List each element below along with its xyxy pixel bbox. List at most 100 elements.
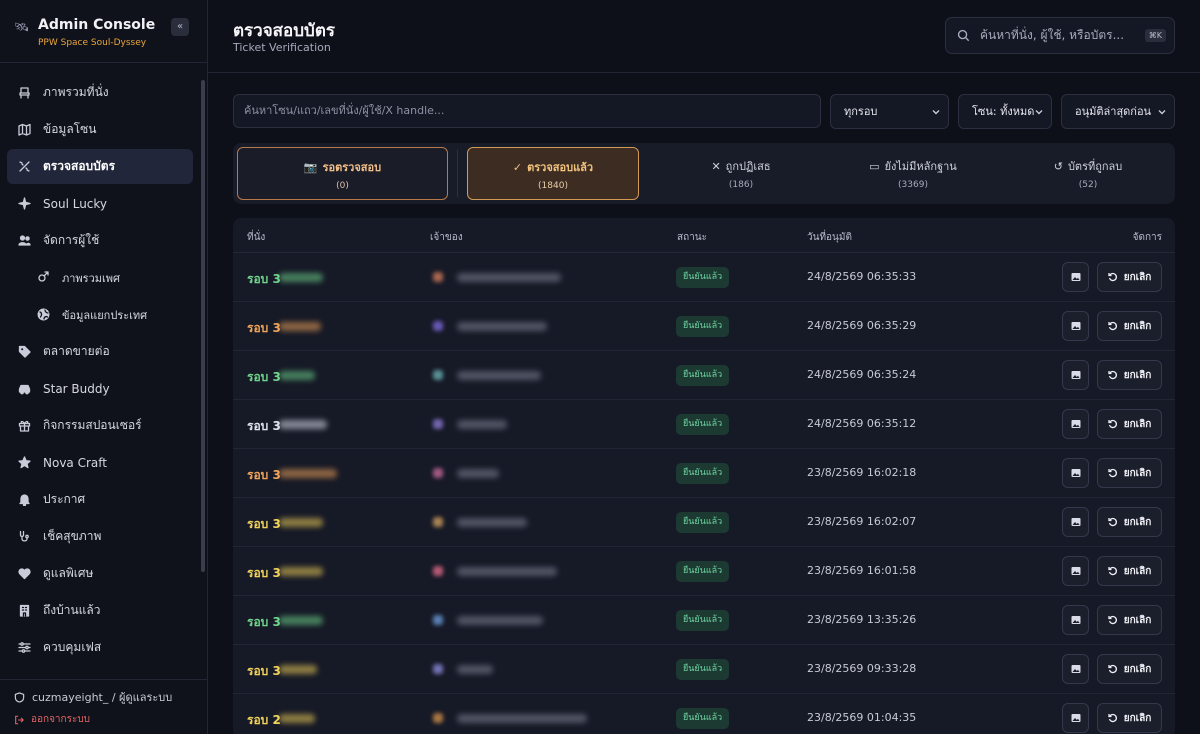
seat-icon bbox=[18, 86, 31, 99]
sidebar-item-14[interactable]: ถึงบ้านแล้ว bbox=[7, 593, 193, 628]
tab-count: (52) bbox=[1078, 180, 1098, 190]
sidebar-item-label: ข้อมูลโซน bbox=[43, 122, 97, 136]
cancel-approval-button[interactable]: ยกเลิก bbox=[1097, 360, 1162, 390]
sidebar-item-label: จัดการผู้ใช้ bbox=[43, 233, 100, 247]
cancel-approval-button[interactable]: ยกเลิก bbox=[1097, 262, 1162, 292]
tab-label: บัตรที่ถูกลบ bbox=[1067, 160, 1123, 173]
sidebar-item-8[interactable]: Star Buddy bbox=[7, 371, 193, 406]
col-header-seat: ที่นั่ง bbox=[247, 232, 266, 243]
cancel-approval-button[interactable]: ยกเลิก bbox=[1097, 458, 1162, 488]
search-shortcut-badge: ⌘K bbox=[1144, 29, 1166, 42]
tab-count: (3369) bbox=[898, 180, 928, 190]
status-badge: ยืนยันแล้ว bbox=[676, 365, 730, 386]
col-header-actions: จัดการ bbox=[1132, 232, 1162, 243]
sidebar-item-4[interactable]: จัดการผู้ใช้ bbox=[7, 223, 193, 258]
approved-date: 24/8/2569 06:35:12 bbox=[807, 417, 917, 430]
sidebar-item-15[interactable]: ควบคุมเฟส bbox=[7, 630, 193, 665]
sort-select[interactable]: อนุมัติล่าสุดก่อน bbox=[1061, 94, 1175, 129]
global-search-input[interactable]: ค้นหาที่นั่ง, ผู้ใช้, หรือบัตร... ⌘K bbox=[945, 17, 1175, 54]
table-row: รอบ 3 ยืนยันแล้ว 24/8/2569 06:35:33 ยกเลิก bbox=[233, 253, 1175, 302]
cancel-label: ยกเลิก bbox=[1123, 712, 1152, 724]
image-icon bbox=[1071, 714, 1080, 722]
avatar bbox=[433, 321, 443, 331]
sidebar-scrollbar[interactable] bbox=[201, 80, 205, 572]
cancel-label: ยกเลิก bbox=[1123, 516, 1152, 528]
status-tabs: 📷 รอตรวจสอบ (0) ✓ ตรวจสอบแล้ว (1840) ✕ ถูกป… bbox=[233, 143, 1175, 204]
sliders-icon bbox=[18, 641, 31, 654]
sidebar-item-7[interactable]: ตลาดขายต่อ bbox=[7, 334, 193, 369]
owner-name-redacted bbox=[457, 469, 499, 478]
collapse-sidebar-button[interactable]: « bbox=[171, 18, 189, 36]
owner-name-redacted bbox=[457, 616, 543, 625]
view-image-button[interactable] bbox=[1062, 654, 1089, 684]
undo-icon bbox=[1108, 713, 1117, 723]
sidebar-item-1[interactable]: ข้อมูลโซน bbox=[7, 112, 193, 147]
sidebar-item-label: ภาพรวมที่นั่ง bbox=[43, 85, 109, 99]
header-divider bbox=[208, 72, 1200, 73]
cancel-approval-button[interactable]: ยกเลิก bbox=[1097, 703, 1162, 733]
stethoscope-icon bbox=[18, 530, 31, 543]
cancel-approval-button[interactable]: ยกเลิก bbox=[1097, 311, 1162, 341]
tab-label: ยังไม่มีหลักฐาน bbox=[884, 160, 957, 173]
approved-date: 24/8/2569 06:35:24 bbox=[807, 368, 917, 381]
tab-count: (0) bbox=[336, 181, 349, 191]
col-header-status: สถานะ bbox=[677, 232, 707, 243]
undo-icon bbox=[1108, 566, 1117, 576]
status-badge: ยืนยันแล้ว bbox=[676, 316, 730, 337]
cancel-approval-button[interactable]: ยกเลิก bbox=[1097, 556, 1162, 586]
chevron-down-icon bbox=[1035, 109, 1043, 114]
tab-verified[interactable]: ✓ ตรวจสอบแล้ว (1840) bbox=[467, 147, 639, 200]
view-image-button[interactable] bbox=[1062, 703, 1089, 733]
view-image-button[interactable] bbox=[1062, 605, 1089, 635]
status-badge: ยืนยันแล้ว bbox=[676, 512, 730, 533]
owner-name-redacted bbox=[457, 714, 587, 723]
round-select[interactable]: ทุกรอบ bbox=[830, 94, 949, 129]
view-image-button[interactable] bbox=[1062, 360, 1089, 390]
sidebar-item-0[interactable]: ภาพรวมที่นั่ง bbox=[7, 75, 193, 110]
page-subtitle: Ticket Verification bbox=[233, 41, 331, 54]
status-badge: ยืนยันแล้ว bbox=[676, 414, 730, 435]
cancel-approval-button[interactable]: ยกเลิก bbox=[1097, 605, 1162, 635]
view-image-button[interactable] bbox=[1062, 458, 1089, 488]
tab-rejected[interactable]: ✕ ถูกปฏิเสธ (186) bbox=[661, 147, 821, 200]
sidebar-item-5[interactable]: ภาพรวมเพศ bbox=[7, 260, 193, 295]
cancel-approval-button[interactable]: ยกเลิก bbox=[1097, 409, 1162, 439]
seat-round: รอบ 3 bbox=[247, 370, 281, 384]
logout-link[interactable]: ออกจากระบบ bbox=[14, 713, 172, 726]
view-image-button[interactable] bbox=[1062, 262, 1089, 292]
view-image-button[interactable] bbox=[1062, 556, 1089, 586]
sidebar-item-10[interactable]: Nova Craft bbox=[7, 445, 193, 480]
owner-name-redacted bbox=[457, 371, 541, 380]
view-image-button[interactable] bbox=[1062, 409, 1089, 439]
tab-label: ถูกปฏิเสธ bbox=[725, 160, 771, 173]
sidebar-item-label: ตรวจสอบบัตร bbox=[43, 159, 116, 173]
sidebar-item-9[interactable]: กิจกรรมสปอนเซอร์ bbox=[7, 408, 193, 443]
status-badge: ยืนยันแล้ว bbox=[676, 659, 730, 680]
undo-icon bbox=[1108, 419, 1117, 429]
view-image-button[interactable] bbox=[1062, 507, 1089, 537]
seat-round: รอบ 3 bbox=[247, 321, 281, 335]
seat-number-redacted bbox=[279, 616, 323, 625]
view-image-button[interactable] bbox=[1062, 311, 1089, 341]
sidebar-item-label: ข้อมูลแยกประเทศ bbox=[62, 308, 148, 322]
sidebar-item-12[interactable]: เช็คสุขภาพ bbox=[7, 519, 193, 554]
cancel-approval-button[interactable]: ยกเลิก bbox=[1097, 507, 1162, 537]
avatar bbox=[433, 664, 443, 674]
sidebar-item-11[interactable]: ประกาศ bbox=[7, 482, 193, 517]
owner-name-redacted bbox=[457, 420, 507, 429]
ticket-search-input[interactable]: ค้นหาโซน/แถว/เลขที่นั่ง/ผู้ใช้/X handle.… bbox=[233, 94, 821, 128]
sidebar-item-3[interactable]: Soul Lucky bbox=[7, 186, 193, 221]
sidebar-item-13[interactable]: ดูแลพิเศษ bbox=[7, 556, 193, 591]
tab-pending[interactable]: 📷 รอตรวจสอบ (0) bbox=[237, 147, 448, 200]
tab-no-evidence[interactable]: ▭ ยังไม่มีหลักฐาน (3369) bbox=[828, 147, 998, 200]
sidebar-item-2[interactable]: ตรวจสอบบัตร bbox=[7, 149, 193, 184]
table-row: รอบ 3 ยืนยันแล้ว 24/8/2569 06:35:29 ยกเลิก bbox=[233, 302, 1175, 351]
seat-round: รอบ 3 bbox=[247, 468, 281, 482]
zone-select[interactable]: โซน: ทั้งหมด bbox=[958, 94, 1052, 129]
sidebar-item-6[interactable]: ข้อมูลแยกประเทศ bbox=[7, 297, 193, 332]
tab-deleted[interactable]: ↺ บัตรที่ถูกลบ (52) bbox=[1005, 147, 1171, 200]
cancel-approval-button[interactable]: ยกเลิก bbox=[1097, 654, 1162, 684]
undo-icon bbox=[1108, 664, 1117, 674]
cancel-label: ยกเลิก bbox=[1123, 369, 1152, 381]
seat-number-redacted bbox=[279, 273, 323, 282]
